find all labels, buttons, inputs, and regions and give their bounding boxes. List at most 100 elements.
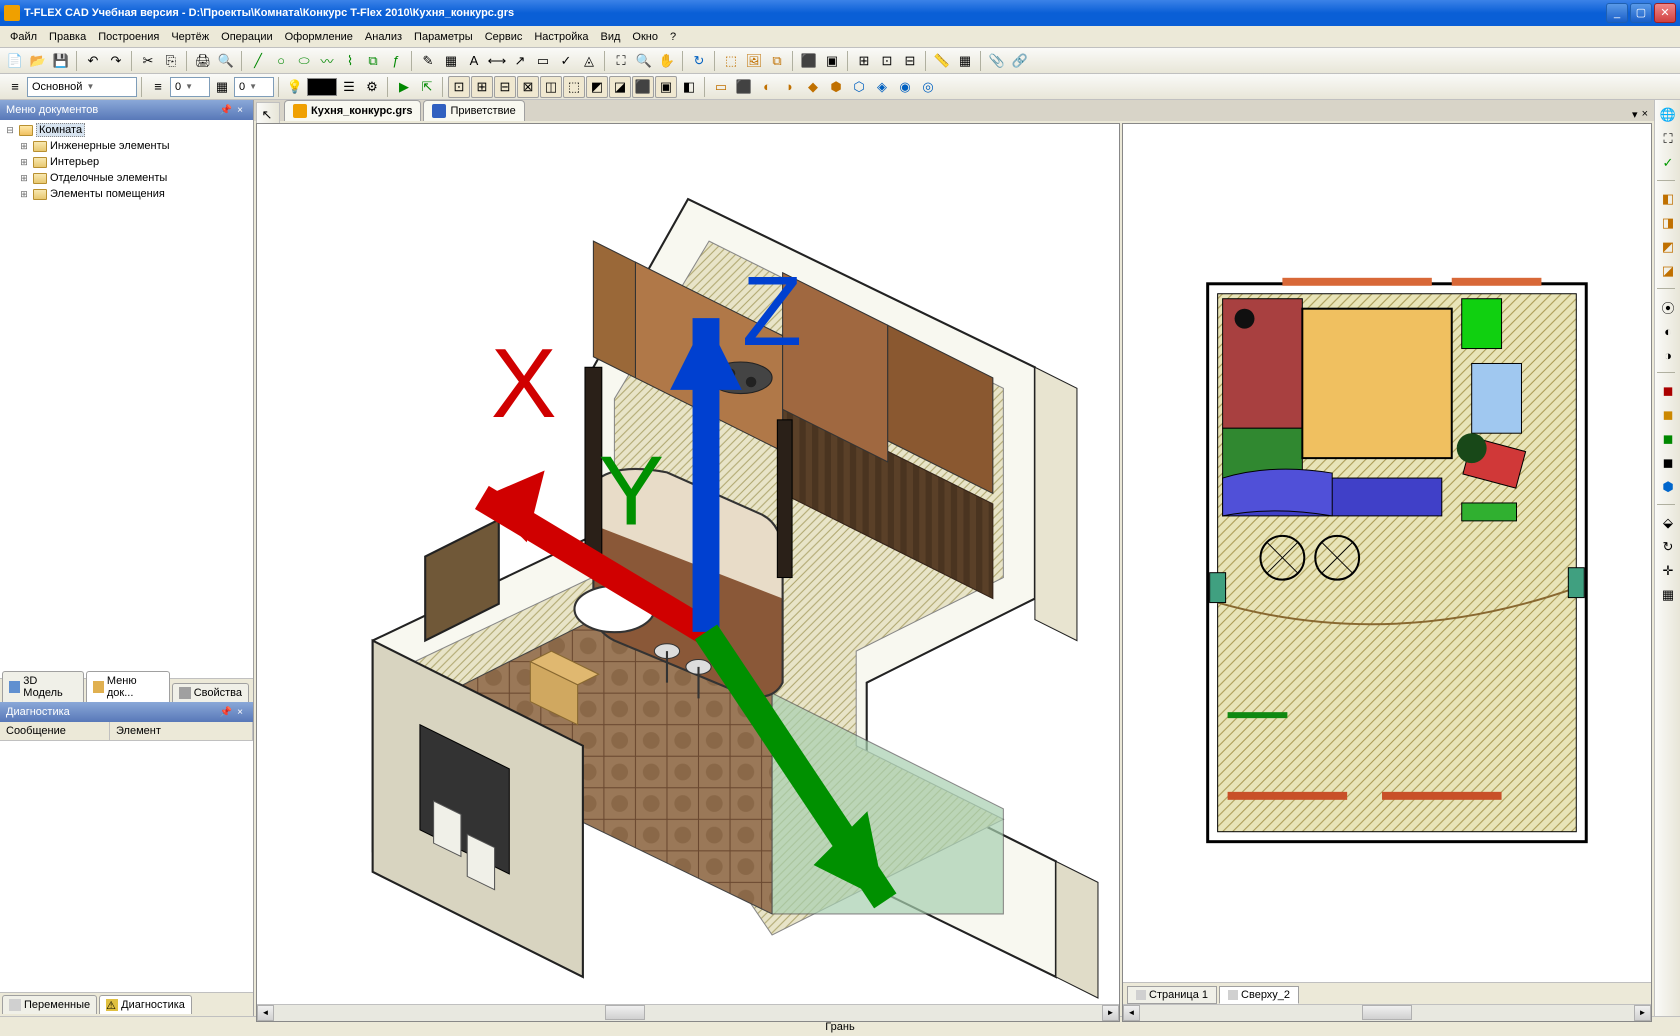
snap-i-icon[interactable]: ⬛ [632,76,654,98]
bool3-icon[interactable]: ◈ [871,76,893,98]
viewport-2d[interactable]: Страница 1 Сверху_2 ◄ ► [1122,123,1652,1022]
lineweight-combo[interactable]: 0▼ [170,77,210,97]
close-button[interactable]: ✕ [1654,3,1676,23]
measure-icon[interactable]: 📏 [931,50,953,72]
extrude-icon[interactable]: ⬛ [733,76,755,98]
linetype2-icon[interactable]: ☰ [338,76,360,98]
layer-combo[interactable]: Основной▼ [27,77,137,97]
menu-format[interactable]: Оформление [279,29,359,45]
grid-icon[interactable]: ▦ [211,76,233,98]
color-swatch[interactable] [307,78,337,96]
save-icon[interactable]: 💾 [50,50,72,72]
snap2-icon[interactable]: ⊡ [876,50,898,72]
document-tree[interactable]: ⊟ Комната ⊞ Инженерные элементы ⊞ Интерь… [0,120,253,678]
rt-sphere-icon[interactable]: ⦿ [1657,296,1679,318]
snap-h-icon[interactable]: ◪ [609,76,631,98]
3d-hscroll[interactable]: ◄ ► [257,1004,1119,1021]
sel2-icon[interactable]: ⇱ [416,76,438,98]
rt-cube4-icon[interactable]: ◪ [1657,260,1679,282]
tol-icon[interactable]: ▭ [532,50,554,72]
image-icon[interactable]: 🖼 [743,50,765,72]
fragment-icon[interactable]: ⬚ [720,50,742,72]
ellipse-icon[interactable]: ⬭ [293,50,315,72]
props-icon[interactable]: ⚙ [361,76,383,98]
menu-settings[interactable]: Настройка [528,29,594,45]
circle-icon[interactable]: ○ [270,50,292,72]
select-tool-icon[interactable]: ↖ [257,105,277,125]
table-icon[interactable]: ▦ [954,50,976,72]
rough-icon[interactable]: ✓ [555,50,577,72]
rt-view1-icon[interactable]: ◼ [1657,380,1679,402]
rt-check-icon[interactable]: ✓ [1657,152,1679,174]
dim-icon[interactable]: ⟷ [486,50,508,72]
viewport-3d[interactable]: X Z Y ◄ ► [256,123,1120,1022]
maximize-button[interactable]: ▢ [1630,3,1652,23]
func-icon[interactable]: ƒ [385,50,407,72]
preview-icon[interactable]: 🔍 [215,50,237,72]
snap1-icon[interactable]: ⊞ [853,50,875,72]
snap-c-icon[interactable]: ⊟ [494,76,516,98]
sweep-icon[interactable]: ◗ [779,76,801,98]
redo-icon[interactable]: ↷ [105,50,127,72]
plan-tab-page1[interactable]: Страница 1 [1127,986,1217,1004]
menu-view[interactable]: Вид [595,29,627,45]
copy-icon[interactable]: ⎘ [160,50,182,72]
scale-combo[interactable]: 0▼ [234,77,274,97]
leader-icon[interactable]: ↗ [509,50,531,72]
box-icon[interactable]: ▭ [710,76,732,98]
tab-variables[interactable]: Переменные [2,995,97,1014]
line-icon[interactable]: ╱ [247,50,269,72]
undo-icon[interactable]: ↶ [82,50,104,72]
snap3-icon[interactable]: ⊟ [899,50,921,72]
menu-window[interactable]: Окно [626,29,664,45]
tabs-close-icon[interactable]: × [1642,108,1648,121]
loft-icon[interactable]: ◆ [802,76,824,98]
note-icon[interactable]: ◬ [578,50,600,72]
tabs-dropdown-icon[interactable]: ▾ [1632,108,1638,121]
snap-k-icon[interactable]: ◧ [678,76,700,98]
cut-icon[interactable]: ✂ [137,50,159,72]
new-icon[interactable]: 📄 [4,50,26,72]
spline-icon[interactable]: 〰 [316,50,338,72]
tree-item-room-elements[interactable]: ⊞ Элементы помещения [2,186,251,202]
open-icon[interactable]: 📂 [27,50,49,72]
bulb-icon[interactable]: 💡 [284,76,306,98]
rt-iso-icon[interactable]: ⬢ [1657,476,1679,498]
diag-pin-icon[interactable]: 📌 [219,707,233,718]
rt-cube3-icon[interactable]: ◩ [1657,236,1679,258]
rt-view3-icon[interactable]: ◼ [1657,428,1679,450]
clip-icon[interactable]: 🔗 [1009,50,1031,72]
zoom-icon[interactable]: 🔍 [633,50,655,72]
tree-item-interior[interactable]: ⊞ Интерьер [2,154,251,170]
menu-analysis[interactable]: Анализ [359,29,408,45]
plan-view[interactable] [1123,124,1651,982]
menu-operations[interactable]: Операции [215,29,278,45]
bool2-icon[interactable]: ⬡ [848,76,870,98]
path-icon[interactable]: ⌇ [339,50,361,72]
tab-doc-menu[interactable]: Меню док... [86,671,170,702]
snap-g-icon[interactable]: ◩ [586,76,608,98]
group-icon[interactable]: ⧉ [766,50,788,72]
tree-item-engineering[interactable]: ⊞ Инженерные элементы [2,138,251,154]
layers-icon[interactable]: ≡ [4,76,26,98]
view-all-icon[interactable]: ⛶ [610,50,632,72]
rt-rotate-icon[interactable]: ↻ [1657,536,1679,558]
3d-view-icon[interactable]: ▣ [821,50,843,72]
rt-globe-icon[interactable]: 🌐 [1657,104,1679,126]
plan-tab-top2[interactable]: Сверху_2 [1219,986,1299,1004]
pan-icon[interactable]: ✋ [656,50,678,72]
pin-icon[interactable]: 📌 [219,105,233,116]
panel-close-icon[interactable]: × [233,105,247,116]
print-icon[interactable]: 🖨 [192,50,214,72]
menu-constructions[interactable]: Построения [92,29,165,45]
sketch-icon[interactable]: ✎ [417,50,439,72]
diagnostics-grid[interactable]: Сообщение Элемент [0,722,253,992]
doc-tab-kitchen[interactable]: Кухня_конкурс.grs [284,100,421,121]
tree-item-finishing[interactable]: ⊞ Отделочные элементы [2,170,251,186]
rt-fit-icon[interactable]: ⛶ [1657,128,1679,150]
doc-tab-welcome[interactable]: Приветствие [423,100,524,121]
rt-view2-icon[interactable]: ◼ [1657,404,1679,426]
tab-diagnostics[interactable]: ⚠Диагностика [99,995,192,1014]
rt-cube1-icon[interactable]: ◧ [1657,188,1679,210]
diag-close-icon[interactable]: × [233,707,247,718]
